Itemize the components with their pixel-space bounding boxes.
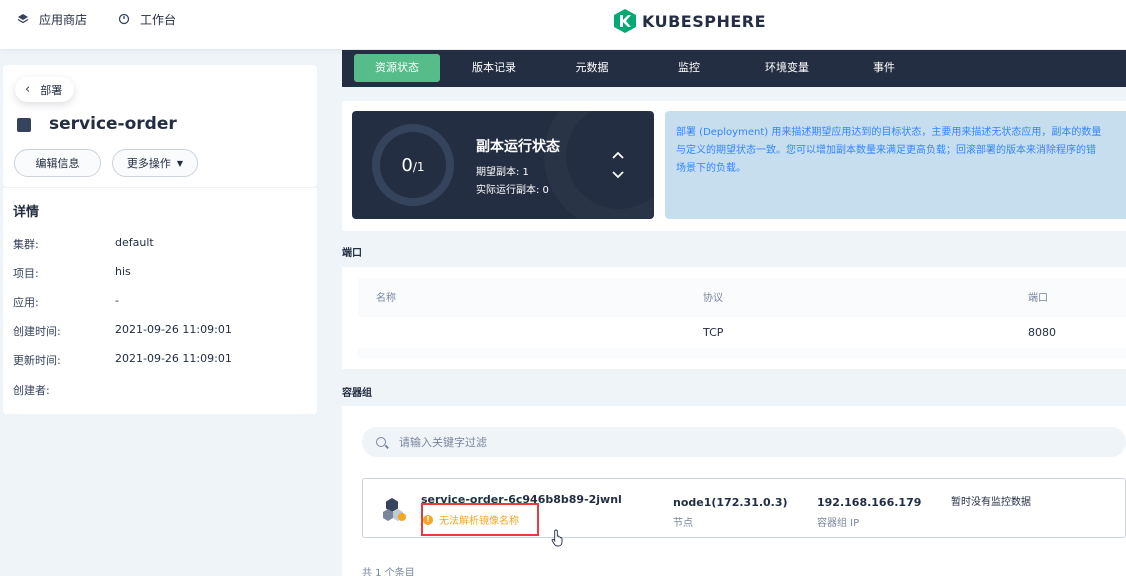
tab-monitoring[interactable]: 监控 — [660, 54, 718, 82]
description-line: 与定义的期望状态一致。您可以增加副本数量来满足更高负载；回滚部署的版本来消除程序… — [676, 145, 1096, 156]
detail-key: 创建时间: — [13, 325, 61, 338]
detail-row-creator: 创建者: — [13, 382, 50, 398]
replica-count: 0/1 — [380, 132, 446, 198]
description-line: 部署 (Deployment) 用来描述期望应用达到的目标状态，主要用来描述无状… — [676, 127, 1102, 138]
pod-ip: 192.168.166.179 — [817, 496, 922, 509]
app-store-label: 应用商店 — [39, 13, 88, 27]
replica-status-title: 副本运行状态 — [476, 139, 560, 155]
app-store-nav[interactable]: 应用商店 — [16, 11, 87, 28]
top-bar: 应用商店 工作台 KUBESPHERE — [0, 0, 1126, 49]
ports-card: 名称 协议 端口 TCP 8080 — [342, 267, 1126, 369]
tab-events[interactable]: 事件 — [858, 54, 910, 82]
pods-section-title: 容器组 — [342, 388, 372, 399]
pod-search-bar[interactable] — [362, 427, 1126, 457]
details-title: 详情 — [13, 205, 40, 220]
edit-info-label: 编辑信息 — [35, 157, 80, 170]
detail-key: 集群: — [13, 238, 39, 251]
ports-table: 名称 协议 端口 TCP 8080 — [358, 278, 1126, 358]
detail-value: default — [115, 236, 154, 249]
ports-header-port: 端口 — [1028, 293, 1048, 304]
detail-row-updated: 更新时间: 2021-09-26 11:09:01 — [13, 352, 232, 368]
search-icon — [376, 437, 386, 447]
pods-card: service-order-6c946b8b89-2jwnl ! 无法解析镜像名… — [342, 406, 1126, 576]
pods-total-count: 共 1 个条目 — [362, 568, 415, 576]
chevron-left-icon: ‹ — [25, 82, 31, 97]
search-input[interactable] — [399, 435, 999, 449]
decorative-ring — [544, 111, 654, 219]
warning-icon: ! — [423, 514, 433, 525]
detail-value: - — [115, 294, 119, 307]
detail-key: 创建者: — [13, 384, 50, 397]
tab-metadata[interactable]: 元数据 — [552, 54, 632, 82]
current-replicas: 0 — [401, 154, 413, 176]
detail-key: 更新时间: — [13, 354, 61, 367]
pod-warning-text: 无法解析镜像名称 — [439, 516, 519, 527]
ports-header-name: 名称 — [376, 293, 396, 304]
port-protocol-cell: TCP — [703, 326, 724, 339]
action-buttons: 编辑信息 更多操作 ▼ — [14, 149, 198, 177]
ports-header-protocol: 协议 — [703, 293, 723, 304]
tab-environment-variables[interactable]: 环境变量 — [752, 54, 822, 82]
back-button[interactable]: ‹ 部署 — [15, 77, 75, 102]
pod-list-item[interactable]: service-order-6c946b8b89-2jwnl ! 无法解析镜像名… — [362, 478, 1126, 538]
desired-replicas: /1 — [412, 160, 425, 174]
replica-ring: 0/1 — [372, 124, 454, 206]
replica-stepper — [610, 147, 626, 187]
pod-monitoring-empty: 暂时没有监控数据 — [951, 497, 1031, 508]
kubesphere-logo-icon — [614, 9, 636, 33]
layers-icon — [16, 13, 30, 27]
deployment-icon — [17, 114, 37, 134]
detail-value: his — [115, 265, 131, 278]
port-number-cell: 8080 — [1028, 326, 1056, 339]
replica-status-card: 0/1 副本运行状态 期望副本: 1 实际运行副本: 0 — [352, 111, 654, 219]
kubesphere-logo[interactable]: KUBESPHERE — [614, 9, 766, 33]
dashboard-icon — [117, 13, 131, 27]
detail-value: 2021-09-26 11:09:01 — [115, 323, 232, 336]
pod-node[interactable]: node1(172.31.0.3) — [673, 496, 788, 509]
hand-pointer-icon — [551, 529, 563, 547]
tab-resource-status[interactable]: 资源状态 — [354, 54, 440, 82]
tab-bar: 资源状态 版本记录 元数据 监控 环境变量 事件 — [342, 50, 1126, 87]
details-card: 详情 集群: default 项目: his 应用: - 创建时间: 2021-09-2… — [3, 188, 317, 414]
chevron-up-icon[interactable] — [610, 147, 626, 167]
more-actions-label: 更多操作 — [126, 157, 171, 170]
caret-down-icon: ▼ — [176, 158, 184, 168]
resource-title-row: service-order — [17, 114, 177, 134]
detail-row-created: 创建时间: 2021-09-26 11:09:01 — [13, 323, 232, 339]
edit-info-button[interactable]: 编辑信息 — [14, 149, 101, 177]
replica-status-panel: 0/1 副本运行状态 期望副本: 1 实际运行副本: 0 部署 (Deploym… — [342, 101, 1126, 231]
table-row: TCP 8080 — [358, 317, 1126, 348]
tab-revision-records[interactable]: 版本记录 — [452, 54, 536, 82]
pod-warning: ! 无法解析镜像名称 — [423, 512, 519, 527]
chevron-down-icon[interactable] — [610, 167, 626, 187]
detail-row-cluster: 集群: default — [13, 236, 154, 252]
deployment-description: 部署 (Deployment) 用来描述期望应用达到的目标状态，主要用来描述无状… — [665, 111, 1126, 219]
detail-value: 2021-09-26 11:09:01 — [115, 352, 232, 365]
back-label: 部署 — [40, 83, 63, 97]
workbench-label: 工作台 — [140, 13, 177, 27]
page-title: service-order — [49, 114, 177, 134]
pod-icon — [383, 498, 406, 521]
actual-replicas-line: 实际运行副本: 0 — [476, 185, 549, 196]
detail-row-project: 项目: his — [13, 265, 131, 281]
desired-replicas-line: 期望副本: 1 — [476, 167, 529, 178]
logo-text: KUBESPHERE — [642, 11, 767, 31]
detail-key: 应用: — [13, 296, 39, 309]
resource-header-card: ‹ 部署 service-order 编辑信息 更多操作 ▼ — [3, 65, 317, 187]
pod-node-label: 节点 — [673, 518, 693, 529]
more-actions-button[interactable]: 更多操作 ▼ — [112, 149, 198, 177]
detail-key: 项目: — [13, 267, 39, 280]
description-line: 场景下的负载。 — [676, 163, 746, 174]
workbench-nav[interactable]: 工作台 — [117, 11, 176, 28]
ports-section-title: 端口 — [342, 248, 362, 259]
pod-ip-label: 容器组 IP — [817, 518, 860, 529]
detail-row-app: 应用: - — [13, 294, 119, 310]
